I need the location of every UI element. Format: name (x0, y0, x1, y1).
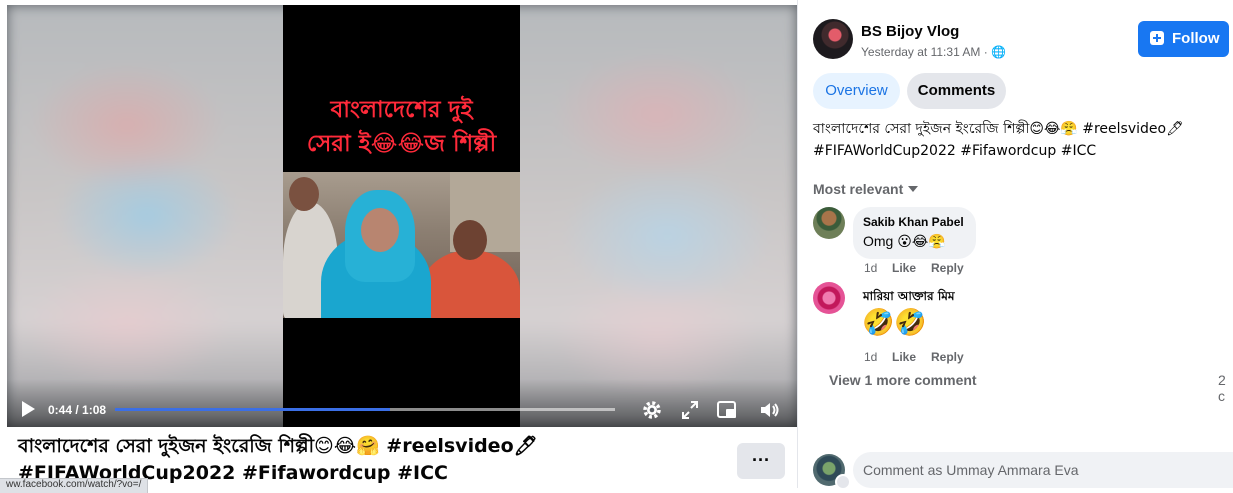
settings-gear-icon[interactable] (640, 398, 664, 422)
follow-button[interactable]: Follow (1138, 21, 1229, 57)
tab-overview[interactable]: Overview (813, 73, 900, 109)
video-scene-image (283, 172, 520, 318)
video-time: 0:44 / 1:08 (48, 403, 107, 417)
video-controls: 0:44 / 1:08 (7, 379, 797, 427)
panel-divider (797, 0, 798, 488)
comment-sort-label: Most relevant (813, 181, 904, 197)
video-caption-line2: সেরা ই😂😂জ শিল্পী (306, 131, 497, 157)
video-caption-line1: বাংলাদেশের দুই (330, 97, 473, 123)
view-more-comments-link[interactable]: View 1 more comment (829, 372, 977, 388)
page-avatar[interactable] (813, 19, 853, 59)
post-timestamp[interactable]: Yesterday at 11:31 AM · 🌐 (861, 45, 1006, 59)
comment-age[interactable]: 1d (864, 261, 877, 275)
comment-text: 🤣🤣 (862, 307, 927, 337)
comment-text: Omg 😮😂😤 (863, 233, 946, 249)
comment-like-link[interactable]: Like (892, 261, 916, 275)
commenter-avatar[interactable] (813, 282, 845, 314)
page-name-link[interactable]: BS Bijoy Vlog (861, 23, 959, 40)
post-title-line1: বাংলাদেশের সেরা দুইজন ইংরেজি শিল্পী😊😂🤗 #… (18, 435, 538, 457)
status-bar-url: ww.facebook.com/watch/?vo=/ (0, 478, 149, 493)
video-player[interactable]: বাংলাদেশের দুই সেরা ই😂😂জ শিল্পী 0:44 / 1… (7, 5, 797, 427)
comment-like-link[interactable]: Like (892, 350, 916, 364)
follow-button-label: Follow (1172, 30, 1220, 47)
follow-plus-icon (1150, 31, 1164, 45)
tab-comments[interactable]: Comments (907, 73, 1006, 109)
commenter-avatar[interactable] (813, 207, 845, 239)
comment-age[interactable]: 1d (864, 350, 877, 364)
video-caption: বাংলাদেশের দুই সেরা ই😂😂জ শিল্পী (291, 93, 512, 161)
play-icon[interactable] (22, 401, 35, 417)
post-description-line2[interactable]: #FIFAWorldCup2022 #Fifawordcup #ICC (813, 140, 1218, 162)
post-description: বাংলাদেশের সেরা দুইজন ইংরেজি শিল্পী😊😂😤 #… (813, 118, 1218, 162)
volume-icon[interactable] (758, 398, 782, 422)
comment-reply-link[interactable]: Reply (931, 261, 964, 275)
comment-count-truncated: 2 c (1218, 372, 1226, 404)
comment-reply-link[interactable]: Reply (931, 350, 964, 364)
fullscreen-expand-icon[interactable] (680, 398, 700, 422)
comment-input[interactable] (853, 452, 1233, 488)
video-progress-bar[interactable] (115, 408, 615, 411)
comment-author[interactable]: Sakib Khan Pabel (863, 215, 964, 229)
comment-author[interactable]: মারিয়া আক্তার মিম (863, 288, 955, 308)
more-options-button[interactable]: ··· (737, 443, 785, 479)
caret-down-icon (908, 186, 919, 192)
video-frame: বাংলাদেশের দুই সেরা ই😂😂জ শিল্পী (283, 5, 520, 427)
video-progress-fill (115, 408, 390, 411)
picture-in-picture-icon[interactable] (716, 398, 738, 422)
comment-sort-dropdown[interactable]: Most relevant (813, 181, 919, 197)
post-description-line1: বাংলাদেশের সেরা দুইজন ইংরেজি শিল্পী😊😂😤 #… (813, 121, 1184, 137)
